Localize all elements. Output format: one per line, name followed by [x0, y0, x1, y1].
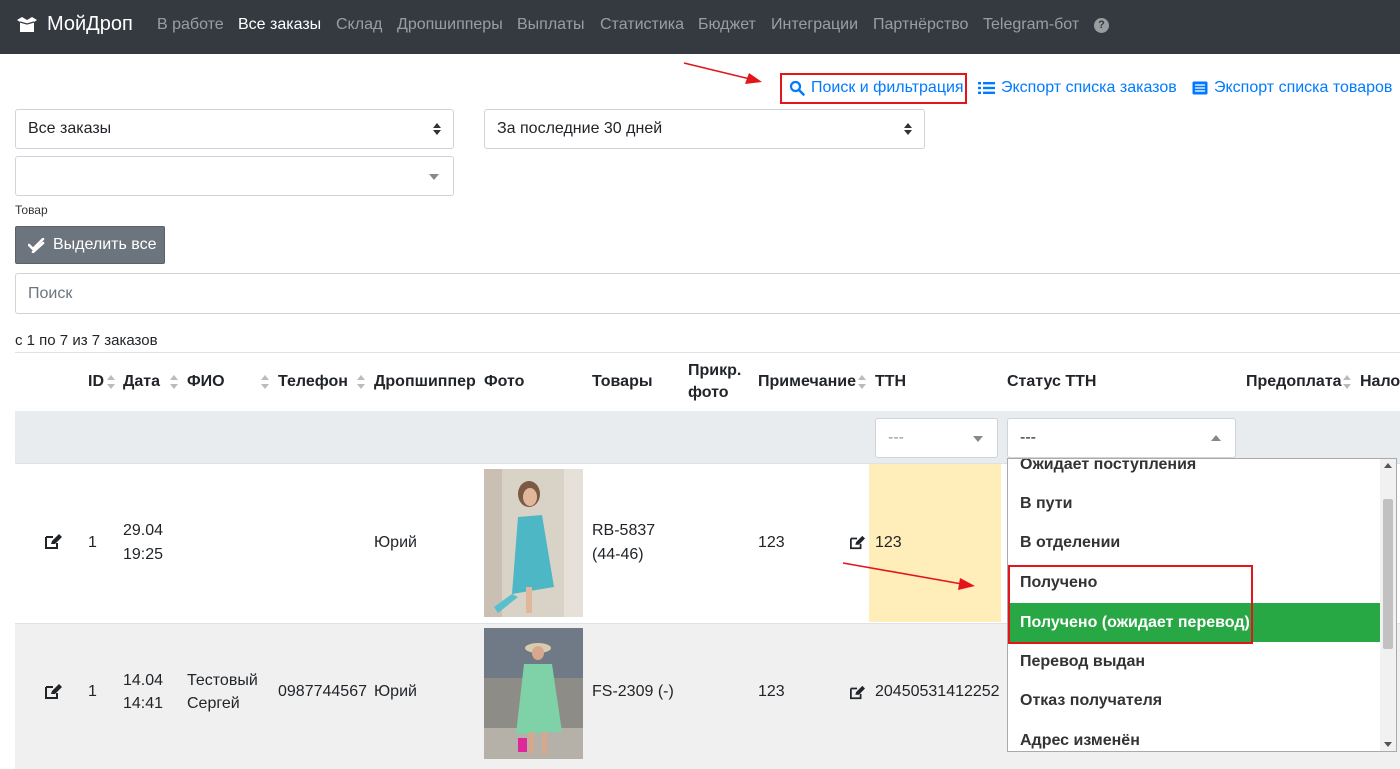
brand-name: МойДроп — [47, 13, 133, 35]
edit-icon[interactable] — [44, 683, 63, 700]
period-select[interactable]: За последние 30 дней — [484, 109, 925, 149]
col-header-dropshipper[interactable]: Дропшиппер — [374, 371, 476, 393]
annotation-arrow-line — [683, 62, 751, 80]
nav-item-payouts[interactable]: Выплаты — [517, 16, 585, 34]
nav-item-all-orders[interactable]: Все заказы — [238, 16, 321, 34]
order-id: 1 — [88, 534, 97, 551]
nav-item-integrations[interactable]: Интеграции — [771, 16, 858, 34]
col-header-attach-photo: Прикр. фото — [688, 362, 742, 401]
order-note: 123 — [758, 683, 785, 700]
product-select[interactable] — [15, 156, 454, 196]
nav-item-in-work[interactable]: В работе — [157, 16, 224, 34]
order-date: 14.04 — [123, 672, 164, 689]
annotation-highlight-box — [780, 73, 967, 104]
scroll-up-icon[interactable] — [1384, 463, 1392, 468]
sort-icon[interactable] — [1343, 375, 1351, 389]
chevron-down-icon — [429, 174, 439, 180]
order-id: 1 — [88, 683, 97, 700]
col-header-ttn-status: Статус ТТН — [1007, 373, 1097, 390]
status-option[interactable]: Ожидает поступления — [1008, 459, 1381, 484]
status-option[interactable]: Отказ получателя — [1008, 681, 1381, 720]
goods-sku: RB-5837 — [592, 522, 656, 539]
edit-ttn-icon[interactable] — [849, 685, 866, 700]
col-header-fio[interactable]: ФИО — [187, 371, 225, 393]
col-header-date[interactable]: Дата — [123, 371, 160, 393]
sort-icon[interactable] — [858, 375, 866, 389]
box-logo-icon — [17, 16, 37, 32]
order-time: 14:41 — [123, 695, 164, 712]
brand[interactable]: МойДроп — [15, 13, 133, 36]
col-header-id[interactable]: ID — [88, 371, 104, 393]
customer-phone: 0987744567 — [278, 683, 367, 700]
updown-arrows-icon — [904, 123, 912, 135]
status-option[interactable]: Перевод выдан — [1008, 642, 1381, 681]
col-header-note[interactable]: Примечание — [758, 371, 856, 393]
scrollbar-thumb[interactable] — [1383, 499, 1393, 649]
status-option[interactable]: В отделении — [1008, 523, 1381, 562]
chevron-down-icon — [973, 436, 983, 442]
orders-type-value: Все заказы — [28, 120, 112, 137]
dropdown-scrollbar[interactable] — [1380, 459, 1396, 751]
col-header-cod[interactable]: Нало — [1360, 371, 1400, 393]
edit-ttn-icon[interactable] — [849, 535, 866, 550]
customer-second-line: Сергей — [187, 695, 240, 712]
order-date: 29.04 — [123, 522, 164, 539]
ttn-status-filter-value: --- — [1020, 429, 1036, 446]
scroll-down-icon[interactable] — [1384, 742, 1392, 747]
chevron-up-icon — [1211, 435, 1221, 441]
col-header-phone[interactable]: Телефон — [278, 371, 348, 393]
help-icon[interactable]: ? — [1094, 18, 1109, 33]
export-goods-label: Экспорт списка товаров — [1214, 79, 1393, 96]
customer-first-line: Тестовый — [187, 672, 258, 689]
ttn-filter-value: --- — [888, 429, 904, 446]
ttn-number: 20450531412252 — [875, 683, 1000, 700]
col-header-ttn: ТТН — [875, 373, 907, 390]
order-time: 19:25 — [123, 546, 164, 563]
updown-arrows-icon — [433, 123, 441, 135]
nav-item-telegram-bot[interactable]: Telegram-бот — [983, 16, 1079, 34]
sort-icon[interactable] — [261, 375, 269, 389]
top-navbar: МойДроп В работе Все заказы Склад Дропши… — [0, 0, 1400, 54]
status-option[interactable]: В пути — [1008, 484, 1381, 523]
goods-size: (44-46) — [592, 546, 644, 563]
dropshipper-name: Юрий — [374, 683, 417, 700]
list-icon — [978, 82, 995, 94]
col-header-goods: Товары — [592, 373, 653, 390]
sort-icon[interactable] — [107, 375, 115, 389]
sort-icon[interactable] — [170, 375, 178, 389]
search-input[interactable] — [15, 273, 1400, 314]
ttn-number: 123 — [875, 534, 902, 551]
ttn-filter-select[interactable]: --- — [875, 418, 998, 458]
nav-item-warehouse[interactable]: Склад — [336, 16, 382, 34]
nav-item-budget[interactable]: Бюджет — [698, 16, 756, 34]
annotation-highlight-box — [1008, 565, 1253, 644]
nav-item-dropshippers[interactable]: Дропшипперы — [397, 16, 503, 34]
export-goods-link[interactable]: Экспорт списка товаров — [1192, 79, 1392, 97]
select-all-label: Выделить все — [53, 236, 157, 253]
table-list-icon — [1192, 81, 1208, 95]
col-header-prepay[interactable]: Предоплата — [1246, 371, 1342, 393]
table-top-border — [15, 352, 1400, 353]
col-header-photo: Фото — [484, 373, 525, 390]
status-option[interactable]: Адрес изменён — [1008, 721, 1381, 751]
export-orders-label: Экспорт списка заказов — [1001, 79, 1177, 96]
double-check-icon — [28, 237, 45, 253]
nav-item-statistics[interactable]: Статистика — [600, 16, 684, 34]
select-all-button[interactable]: Выделить все — [15, 226, 165, 264]
edit-icon[interactable] — [44, 533, 63, 550]
nav-item-partnership[interactable]: Партнёрство — [873, 16, 968, 34]
orders-type-select[interactable]: Все заказы — [15, 109, 454, 149]
sort-icon[interactable] — [357, 375, 365, 389]
orders-count: с 1 по 7 из 7 заказов — [15, 332, 158, 349]
export-orders-link[interactable]: Экспорт списка заказов — [978, 79, 1177, 97]
goods-sku: FS-2309 (-) — [592, 683, 674, 700]
product-label: Товар — [15, 203, 48, 217]
product-photo[interactable] — [484, 628, 583, 759]
product-photo[interactable] — [484, 469, 583, 617]
ttn-status-filter-select[interactable]: --- — [1007, 418, 1236, 458]
annotation-arrowhead — [745, 73, 762, 84]
dropshipper-name: Юрий — [374, 534, 417, 551]
period-value: За последние 30 дней — [497, 120, 663, 137]
order-note: 123 — [758, 534, 785, 551]
